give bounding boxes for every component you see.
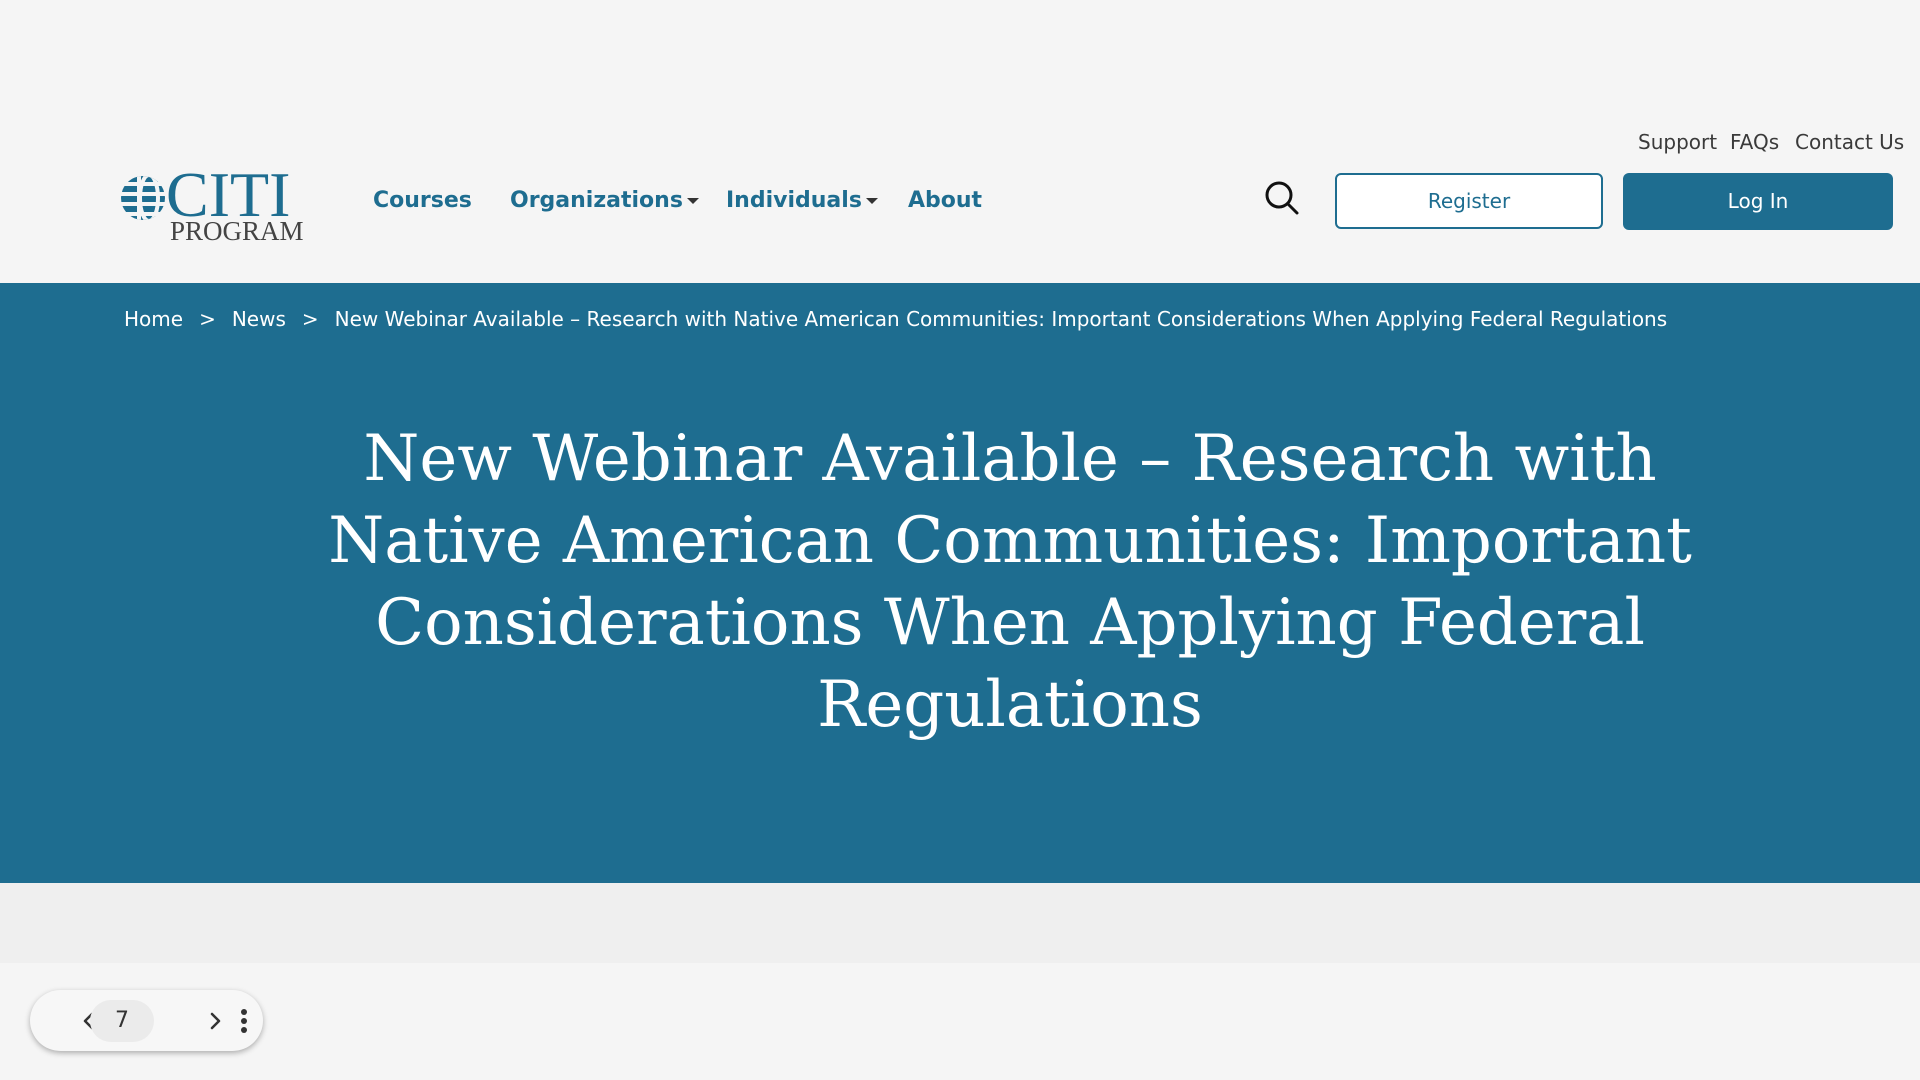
- caret-down-icon: [865, 198, 878, 204]
- nav-organizations-label: Organizations: [510, 188, 683, 213]
- breadcrumb-separator: >: [199, 307, 216, 331]
- breadcrumb-home[interactable]: Home: [124, 307, 183, 331]
- hero-banner: Home > News > New Webinar Available – Resear…: [0, 283, 1920, 883]
- nav-about[interactable]: About: [908, 180, 982, 222]
- more-vertical-icon: [241, 1009, 247, 1033]
- nav-courses[interactable]: Courses: [373, 180, 472, 222]
- site-header: CITI PROGRAM Courses Organizations Indiv…: [0, 0, 1920, 283]
- search-icon: [1265, 181, 1299, 215]
- globe-logo-icon: CITI PROGRAM: [121, 159, 304, 246]
- nav-organizations[interactable]: Organizations: [510, 180, 699, 222]
- content-band: [0, 883, 1920, 963]
- page-title: New Webinar Available – Research with Na…: [328, 422, 1692, 742]
- login-button[interactable]: Log In: [1623, 173, 1893, 230]
- nav-individuals-label: Individuals: [726, 188, 862, 213]
- faqs-link[interactable]: FAQs: [1730, 128, 1779, 156]
- nav-courses-label: Courses: [373, 188, 472, 213]
- register-button[interactable]: Register: [1335, 173, 1603, 229]
- logo-subtitle: PROGRAM: [170, 216, 304, 244]
- page-navigator: 7: [30, 990, 263, 1051]
- breadcrumb: Home > News > New Webinar Available – Resear…: [124, 301, 1667, 337]
- breadcrumb-news[interactable]: News: [232, 307, 286, 331]
- nav-about-label: About: [908, 188, 983, 213]
- breadcrumb-current: New Webinar Available – Research with Na…: [334, 307, 1668, 331]
- caret-down-icon: [686, 198, 699, 204]
- search-button[interactable]: [1262, 178, 1302, 218]
- citi-program-logo[interactable]: CITI PROGRAM: [120, 158, 305, 246]
- contact-us-link[interactable]: Contact Us: [1795, 128, 1904, 156]
- nav-individuals[interactable]: Individuals: [726, 180, 878, 222]
- current-page-number[interactable]: 7: [90, 1000, 154, 1042]
- more-options-button[interactable]: [228, 1000, 260, 1042]
- breadcrumb-separator: >: [301, 307, 319, 331]
- support-link[interactable]: Support: [1638, 128, 1717, 156]
